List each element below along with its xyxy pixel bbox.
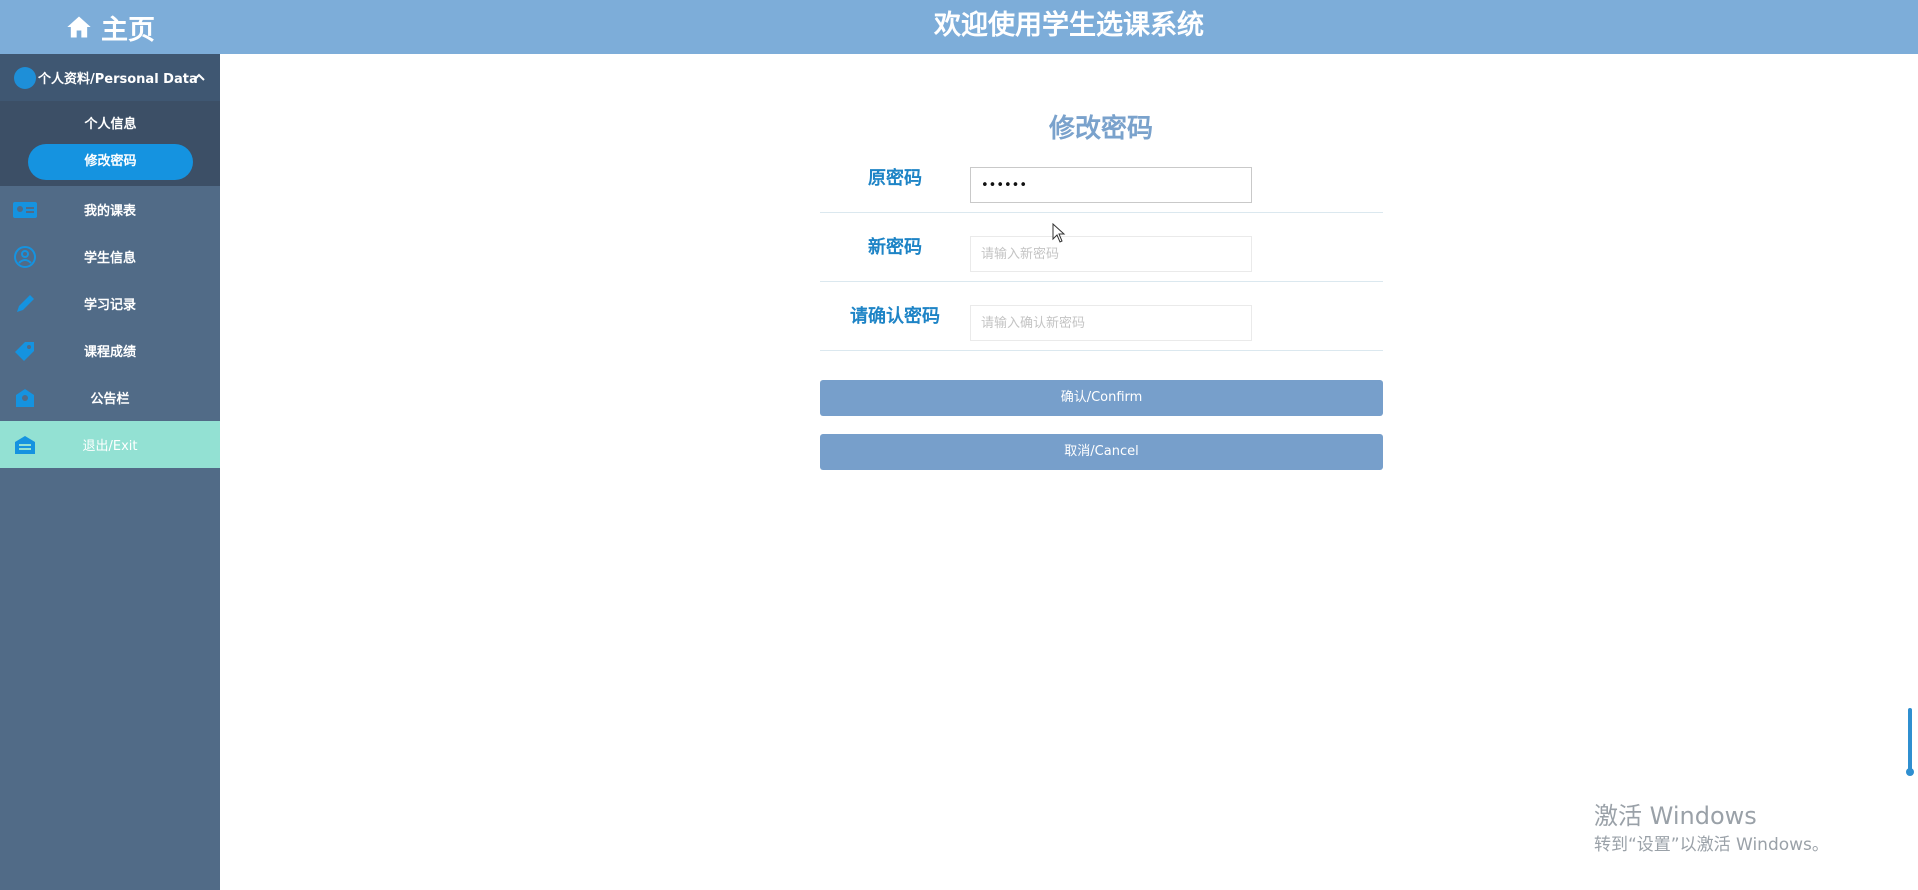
- sidebar-item-bulletin-board[interactable]: 公告栏: [0, 374, 220, 421]
- form-title: 修改密码: [1048, 114, 1153, 144]
- chevron-up-icon: [193, 73, 205, 81]
- confirm-password-label: 请确认密码: [850, 306, 940, 327]
- sidebar-item-student-info[interactable]: 学生信息: [0, 233, 220, 280]
- users-icon: [14, 246, 36, 268]
- confirm-button[interactable]: 确认/Confirm: [820, 380, 1383, 416]
- user-icon: [14, 66, 36, 89]
- personal-data-submenu: 个人信息 修改密码: [0, 101, 220, 186]
- sidebar: 主页 个人资料/Personal Data 个人信息 修改密码 我的课表 学生信…: [0, 0, 220, 890]
- sidebar-item-course-grades[interactable]: 课程成绩: [0, 327, 220, 374]
- pencil-icon: [17, 295, 34, 312]
- tag-icon: [15, 342, 34, 361]
- cancel-button[interactable]: 取消/Cancel: [820, 434, 1383, 470]
- page-title: 欢迎使用学生选课系统: [934, 10, 1204, 41]
- home-icon: [67, 16, 91, 38]
- confirm-password-row: 请确认密码: [820, 282, 1383, 351]
- sidebar-item-change-password[interactable]: 修改密码: [28, 144, 193, 180]
- bulletin-icon: [16, 389, 34, 407]
- old-password-row: 原密码: [820, 144, 1383, 213]
- windows-activation-title: 激活 Windows: [1594, 802, 1757, 830]
- brand-label: 主页: [101, 14, 155, 46]
- sidebar-item-my-timetable[interactable]: 我的课表: [0, 186, 220, 233]
- id-card-icon: [13, 202, 37, 218]
- group-header-label: 个人资料/Personal Data: [38, 72, 198, 87]
- personal-data-group-header[interactable]: 个人资料/Personal Data: [0, 54, 220, 101]
- sidebar-item-exit[interactable]: 退出/Exit: [0, 421, 220, 468]
- new-password-label: 新密码: [868, 237, 922, 258]
- new-password-input[interactable]: [970, 236, 1252, 272]
- scroll-handle[interactable]: [1905, 708, 1915, 778]
- exit-icon: [15, 436, 35, 454]
- sidebar-item-study-records[interactable]: 学习记录: [0, 280, 220, 327]
- sidebar-item-profile[interactable]: 个人信息: [28, 107, 193, 143]
- new-password-row: 新密码: [820, 213, 1383, 282]
- old-password-label: 原密码: [868, 168, 922, 189]
- old-password-input[interactable]: [970, 167, 1252, 203]
- mouse-cursor-icon: [1052, 223, 1066, 243]
- home-brand-link[interactable]: 主页: [0, 0, 220, 54]
- top-header: 欢迎使用学生选课系统: [220, 0, 1918, 54]
- confirm-password-input[interactable]: [970, 305, 1252, 341]
- windows-activation-hint: 转到“设置”以激活 Windows。: [1594, 835, 1829, 855]
